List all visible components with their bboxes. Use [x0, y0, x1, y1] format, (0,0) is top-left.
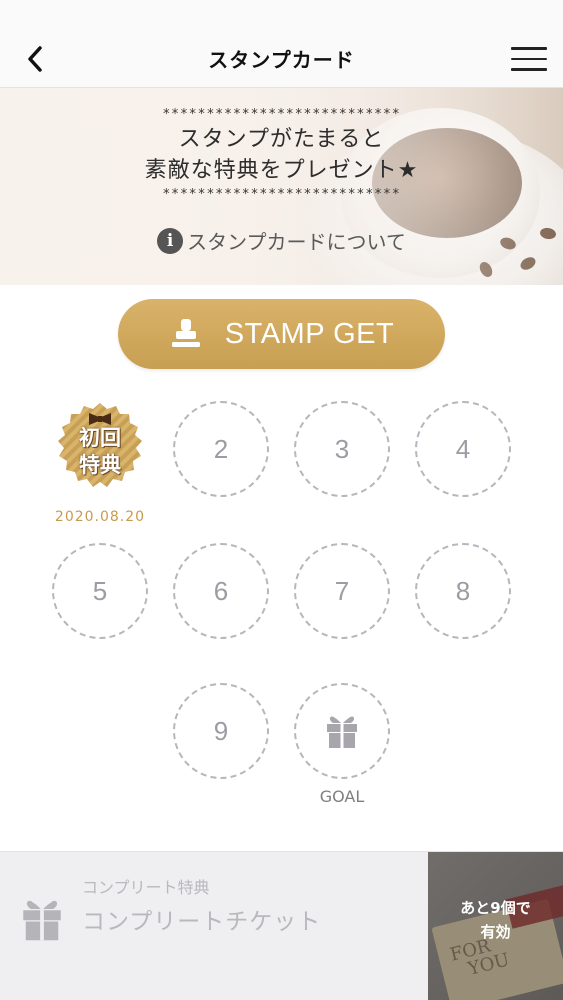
- banner-line-2: 素敵な特典をプレゼント★: [144, 158, 419, 183]
- stamp-icon: [171, 319, 200, 347]
- stamp-slot-6: 6: [173, 543, 269, 639]
- promo-banner: *************************** スタンプがたまると 素敵…: [0, 88, 563, 285]
- complete-bonus-panel[interactable]: コンプリート特典 コンプリートチケット FOR YOU あと9個で 有効: [0, 851, 563, 1000]
- stamp-slot-goal: [294, 683, 390, 779]
- ticket-status-text: あと9個で 有効: [428, 896, 563, 944]
- goal-label: GOAL: [319, 787, 365, 806]
- first-stamp-date: 2020.08.20: [54, 509, 146, 525]
- ticket-thumbnail: FOR YOU あと9個で 有効: [428, 852, 563, 1000]
- chevron-left-icon: [28, 46, 42, 72]
- gift-icon: [327, 716, 357, 748]
- stamp-slot-3: 3: [294, 401, 390, 497]
- stamp-slot-2: 2: [173, 401, 269, 497]
- stamp-slot-9: 9: [173, 683, 269, 779]
- about-stamp-card-label: スタンプカードについて: [187, 230, 406, 254]
- stamp-slot-5: 5: [52, 543, 148, 639]
- gift-icon: [22, 896, 62, 946]
- first-stamp-badge: 初回 特典: [52, 401, 148, 497]
- hamburger-menu-button[interactable]: [511, 42, 547, 76]
- banner-line-1: スタンプがたまると: [178, 127, 385, 152]
- menu-icon-line: [511, 68, 547, 71]
- stamp-card: STAMP GET 初回 特典 2020.08.20 2 3 4 5 6 7 8…: [0, 285, 563, 851]
- stamp-slot-4: 4: [415, 401, 511, 497]
- complete-ticket-title: コンプリートチケット: [82, 909, 322, 935]
- banner-stars-bottom: ***************************: [162, 187, 401, 202]
- status-bar: [0, 0, 563, 30]
- menu-icon-line: [511, 57, 547, 61]
- about-stamp-card-link[interactable]: i スタンプカードについて: [157, 226, 406, 255]
- stamp-slot-8: 8: [415, 543, 511, 639]
- first-stamp-text-1: 初回: [79, 426, 121, 450]
- banner-stars-top: ***************************: [162, 107, 401, 122]
- banner-text: *************************** スタンプがたまると 素敵…: [0, 106, 563, 255]
- stamp-get-label: STAMP GET: [224, 317, 395, 350]
- info-icon: i: [157, 227, 184, 254]
- page-title: スタンプカード: [208, 48, 355, 72]
- ticket-remaining-label: あと9個で: [460, 899, 531, 917]
- first-stamp-text-2: 特典: [79, 453, 121, 477]
- stamp-slot-7: 7: [294, 543, 390, 639]
- nav-bar: スタンプカード: [0, 30, 563, 88]
- complete-bonus-caption: コンプリート特典: [82, 878, 210, 897]
- ticket-valid-label: 有効: [480, 923, 511, 941]
- stamp-get-button[interactable]: STAMP GET: [118, 299, 445, 369]
- menu-icon-line: [511, 47, 547, 50]
- back-button[interactable]: [18, 42, 52, 76]
